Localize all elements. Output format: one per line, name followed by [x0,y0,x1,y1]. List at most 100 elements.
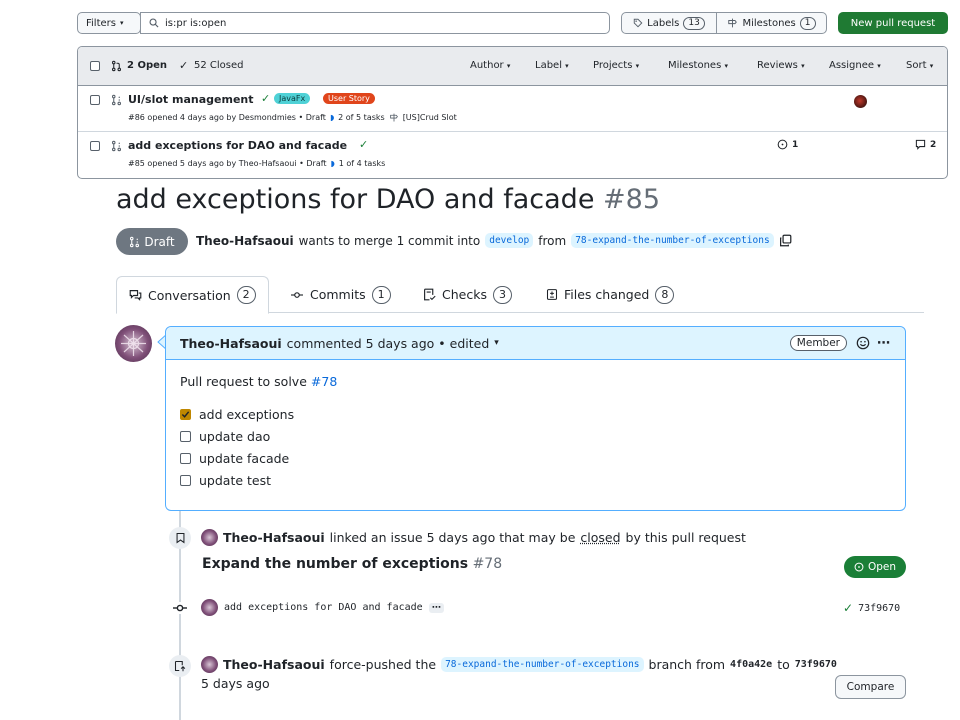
force-push-time[interactable]: 5 days ago [201,676,270,691]
row-checkbox[interactable] [90,95,100,105]
list-item: UI/slot management ✓ JavaFx User Story #… [78,86,947,132]
event-text: force-pushed the [329,657,437,672]
avatar[interactable] [201,656,218,673]
avatar[interactable] [201,599,218,616]
issue-state-text: Open [867,561,897,573]
merge-text: wants to merge 1 commit into [298,233,481,248]
milestones-button[interactable]: Milestones 1 [716,12,827,34]
check-icon[interactable]: ✓ [843,601,853,615]
comment-body: Pull request to solve #78 add exceptions… [166,360,905,491]
filter-author[interactable]: Author ▾ [470,60,510,71]
chevron-down-icon: ▾ [801,62,805,70]
pr-tasks: 1 of 4 tasks [338,159,386,168]
search-input[interactable]: is:pr is:open [140,12,610,34]
commit-sha-link[interactable]: 73f9670 [858,603,900,614]
commit-message-link[interactable]: add exceptions for DAO and facade [224,602,423,613]
task-item: update facade [180,447,891,469]
base-branch[interactable]: develop [485,233,534,248]
smiley-icon[interactable] [856,336,870,350]
kebab-menu-icon[interactable]: ⋯ [877,336,891,351]
open-count-link[interactable]: 2 Open [127,60,167,71]
comment-header: Theo-Hafsaoui commented 5 days ago • edi… [166,327,905,360]
task-checkbox[interactable] [180,474,191,486]
pr-merge-info: Theo-Hafsaoui wants to merge 1 commit in… [196,233,792,248]
search-value: is:pr is:open [165,17,227,29]
avatar[interactable] [201,529,218,546]
compare-button-label: Compare [846,681,895,693]
comment-action[interactable]: commented 5 days ago • edited [287,336,490,351]
linked-issue-title[interactable]: Expand the number of exceptions #78 [202,556,502,572]
task-checkbox[interactable] [180,430,191,442]
conversation-icon [129,289,142,301]
filters-button[interactable]: Filters ▾ [77,12,141,34]
pr-author-link[interactable]: Theo-Hafsaoui [196,234,294,248]
pushed-branch[interactable]: 78-expand-the-number-of-exceptions [441,657,644,672]
head-branch[interactable]: 78-expand-the-number-of-exceptions [571,233,774,248]
compare-button[interactable]: Compare [835,675,906,699]
chevron-down-icon: ▾ [724,62,728,70]
copy-icon[interactable] [779,234,792,247]
pr-tasks: 2 of 5 tasks [338,113,385,122]
filter-label[interactable]: Label ▾ [535,60,569,71]
label-user-story[interactable]: User Story [323,93,375,104]
ellipsis-button[interactable]: ⋯ [428,602,444,613]
timeline-event-badge [169,655,191,677]
pr-title-link[interactable]: UI/slot management [128,93,254,106]
filter-projects-label: Projects [593,60,633,71]
list-item: add exceptions for DAO and facade ✓ #85 … [78,132,947,178]
pr-milestone-link[interactable]: [US]Crud Slot [403,113,457,122]
avatar[interactable] [115,325,152,362]
task-text: update dao [199,428,271,444]
labels-button[interactable]: Labels 13 [621,12,717,34]
new-pull-request-button[interactable]: New pull request [838,12,948,34]
event-author-link[interactable]: Theo-Hafsaoui [223,530,325,545]
task-item: update test [180,469,891,491]
commit-status: ✓ 73f9670 [843,601,900,615]
event-text-end: by this pull request [625,530,746,545]
milestones-label: Milestones [742,17,796,29]
tab-checks-count: 3 [492,285,512,304]
tab-conversation-label: Conversation [148,287,231,303]
closed-count-link[interactable]: 52 Closed [194,60,244,71]
milestone-icon [728,18,738,28]
task-checkbox[interactable] [180,452,191,464]
issue-state-badge: Open [844,556,906,578]
comment-box: Theo-Hafsaoui commented 5 days ago • edi… [165,326,906,511]
new-pull-request-label: New pull request [850,17,936,29]
comment-author-link[interactable]: Theo-Hafsaoui [180,336,282,351]
filter-assignee[interactable]: Assignee ▾ [829,60,881,71]
chevron-down-icon[interactable]: ▾ [494,338,499,348]
filter-reviews[interactable]: Reviews ▾ [757,60,805,71]
event-text-branch-from: branch from [648,657,726,672]
tab-files-changed-count: 8 [655,285,675,304]
task-checkbox[interactable] [180,408,191,420]
filter-author-label: Author [470,60,504,71]
tab-checks[interactable]: Checks 3 [423,276,512,313]
filter-milestones[interactable]: Milestones ▾ [668,60,728,71]
issue-opened-icon [777,139,788,150]
pr-title-link[interactable]: add exceptions for DAO and facade [128,139,347,152]
event-author-link[interactable]: Theo-Hafsaoui [223,657,325,672]
milestones-count: 1 [799,16,816,30]
filter-sort[interactable]: Sort ▾ [906,60,933,71]
assignee-avatar[interactable] [854,95,867,108]
tab-files-changed[interactable]: Files changed 8 [546,276,675,313]
force-push-event: Theo-Hafsaoui force-pushed the 78-expand… [201,656,837,673]
label-javafx-text: JavaFx [279,94,306,103]
pr-meta-text: #86 opened 4 days ago by Desmondmies • D… [128,113,326,122]
draft-pull-request-icon [130,236,140,247]
select-all-checkbox[interactable] [90,61,100,71]
tab-conversation[interactable]: Conversation 2 [116,276,269,314]
filter-projects[interactable]: Projects ▾ [593,60,639,71]
issue-opened-icon [854,562,864,572]
list-header: 2 Open ✓ 52 Closed Author ▾ Label ▾ Proj… [78,47,947,86]
comments-count[interactable]: 2 [915,139,936,150]
tab-commits[interactable]: Commits 1 [290,276,391,313]
label-javafx[interactable]: JavaFx [274,93,311,104]
linked-issues-count[interactable]: 1 [777,139,798,150]
from-sha-link[interactable]: 4f0a42e [730,659,772,670]
row-checkbox[interactable] [90,141,100,151]
task-text: update facade [199,450,290,466]
issue-reference-link[interactable]: #78 [311,374,337,389]
to-sha-link[interactable]: 73f9670 [795,659,837,670]
